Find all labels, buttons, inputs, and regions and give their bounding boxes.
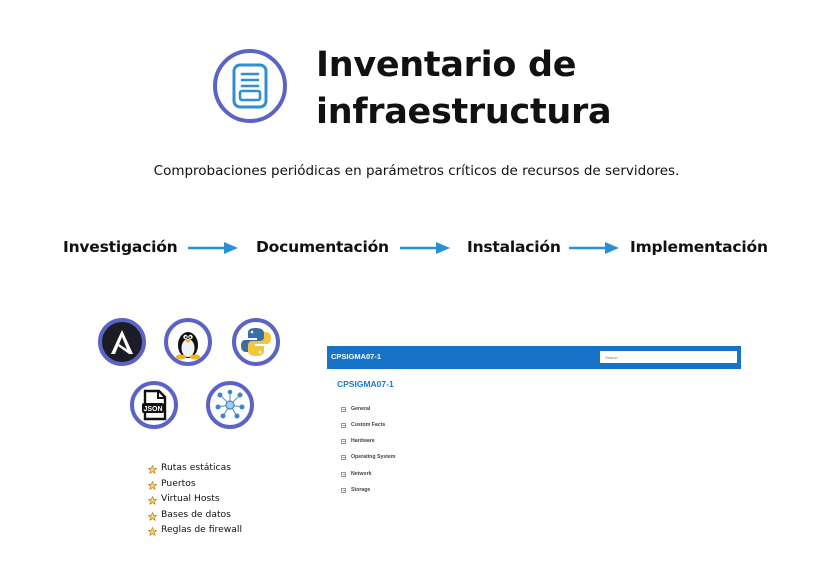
json-file-icon: JSON — [130, 381, 178, 429]
flow-step-instalacion: Instalación — [467, 238, 561, 256]
section-network[interactable]: Network — [341, 471, 371, 477]
list-item: Rutas estáticas — [148, 460, 242, 476]
ansible-icon — [98, 318, 146, 366]
json-label: JSON — [143, 406, 162, 413]
app-bar-title: CPSIGMA07-1 — [331, 352, 382, 361]
section-label: Storage — [351, 487, 371, 493]
section-label: Hardware — [351, 438, 375, 444]
expand-icon — [341, 454, 346, 460]
list-item: Bases de datos — [148, 507, 242, 523]
section-storage[interactable]: Storage — [341, 487, 370, 493]
section-label: Network — [351, 471, 372, 477]
page-title-line-2: infraestructura — [316, 92, 612, 132]
page-title: Inventario de infraestructura — [316, 42, 636, 136]
section-custom-facts[interactable]: Custom Facts — [341, 422, 385, 428]
star-icon — [148, 465, 157, 475]
network-nodes-icon — [206, 381, 254, 429]
expand-icon — [341, 487, 346, 493]
app-top-bar: CPSIGMA07-1 — [327, 346, 741, 369]
list-item: Virtual Hosts — [148, 491, 242, 507]
flow-step-documentacion: Documentación — [256, 238, 389, 256]
section-operating-system[interactable]: Operating System — [341, 454, 395, 460]
right-arrow-icon — [569, 242, 619, 254]
python-icon — [232, 318, 280, 366]
section-label: General — [351, 406, 371, 412]
expand-icon — [341, 438, 346, 444]
list-item: Reglas de firewall — [148, 522, 242, 538]
list-item-label: Reglas de firewall — [161, 524, 243, 536]
inventory-app-preview: CPSIGMA07-1 CPSIGMA07-1 General Custom F… — [327, 346, 741, 506]
expand-icon — [341, 422, 346, 428]
page-title-line-1: Inventario de — [316, 45, 577, 85]
flow-step-investigacion: Investigación — [63, 238, 178, 256]
star-icon — [148, 511, 157, 521]
expand-icon — [341, 406, 346, 412]
section-label: Operating System — [351, 454, 396, 460]
star-icon — [148, 527, 157, 537]
feature-list: Rutas estáticas Puertos Virtual Hosts Ba… — [148, 460, 242, 538]
page-subtitle: Comprobaciones periódicas en parámetros … — [153, 163, 680, 179]
host-title: CPSIGMA07-1 — [337, 379, 394, 389]
right-arrow-icon — [400, 242, 450, 254]
list-item-label: Virtual Hosts — [161, 493, 220, 505]
search-input[interactable] — [600, 351, 737, 363]
list-item-label: Bases de datos — [161, 508, 231, 520]
section-label: Custom Facts — [351, 422, 386, 428]
expand-icon — [341, 471, 346, 477]
section-general[interactable]: General — [341, 406, 370, 412]
logo-icon — [213, 49, 287, 123]
list-item-label: Rutas estáticas — [161, 462, 232, 474]
right-arrow-icon — [188, 242, 238, 254]
linux-tux-icon — [164, 318, 212, 366]
star-icon — [148, 480, 157, 490]
star-icon — [148, 496, 157, 506]
list-item: Puertos — [148, 476, 242, 492]
section-hardware[interactable]: Hardware — [341, 438, 375, 444]
flow-step-implementacion: Implementación — [630, 238, 768, 256]
list-item-label: Puertos — [161, 477, 196, 489]
document-list-icon — [232, 63, 268, 109]
